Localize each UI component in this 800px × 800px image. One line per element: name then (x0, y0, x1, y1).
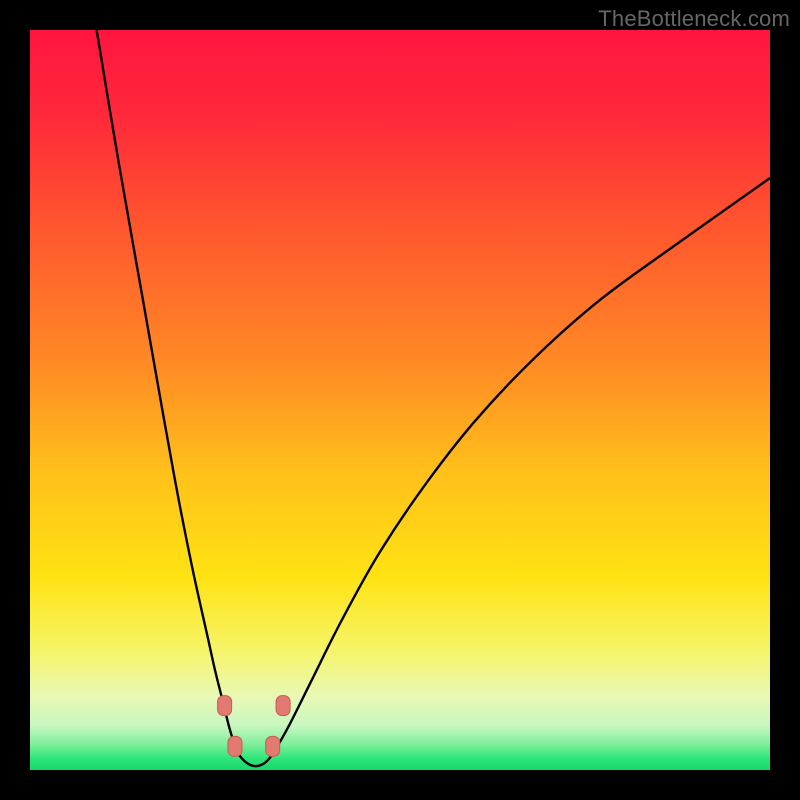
marker-dot (266, 736, 280, 756)
marker-dot (228, 736, 242, 756)
bottleneck-chart (30, 30, 770, 770)
plot-area (30, 30, 770, 770)
watermark-text: TheBottleneck.com (598, 6, 790, 32)
gradient-background (30, 30, 770, 770)
marker-dot (276, 696, 290, 716)
marker-dot (218, 696, 232, 716)
outer-frame: TheBottleneck.com (0, 0, 800, 800)
